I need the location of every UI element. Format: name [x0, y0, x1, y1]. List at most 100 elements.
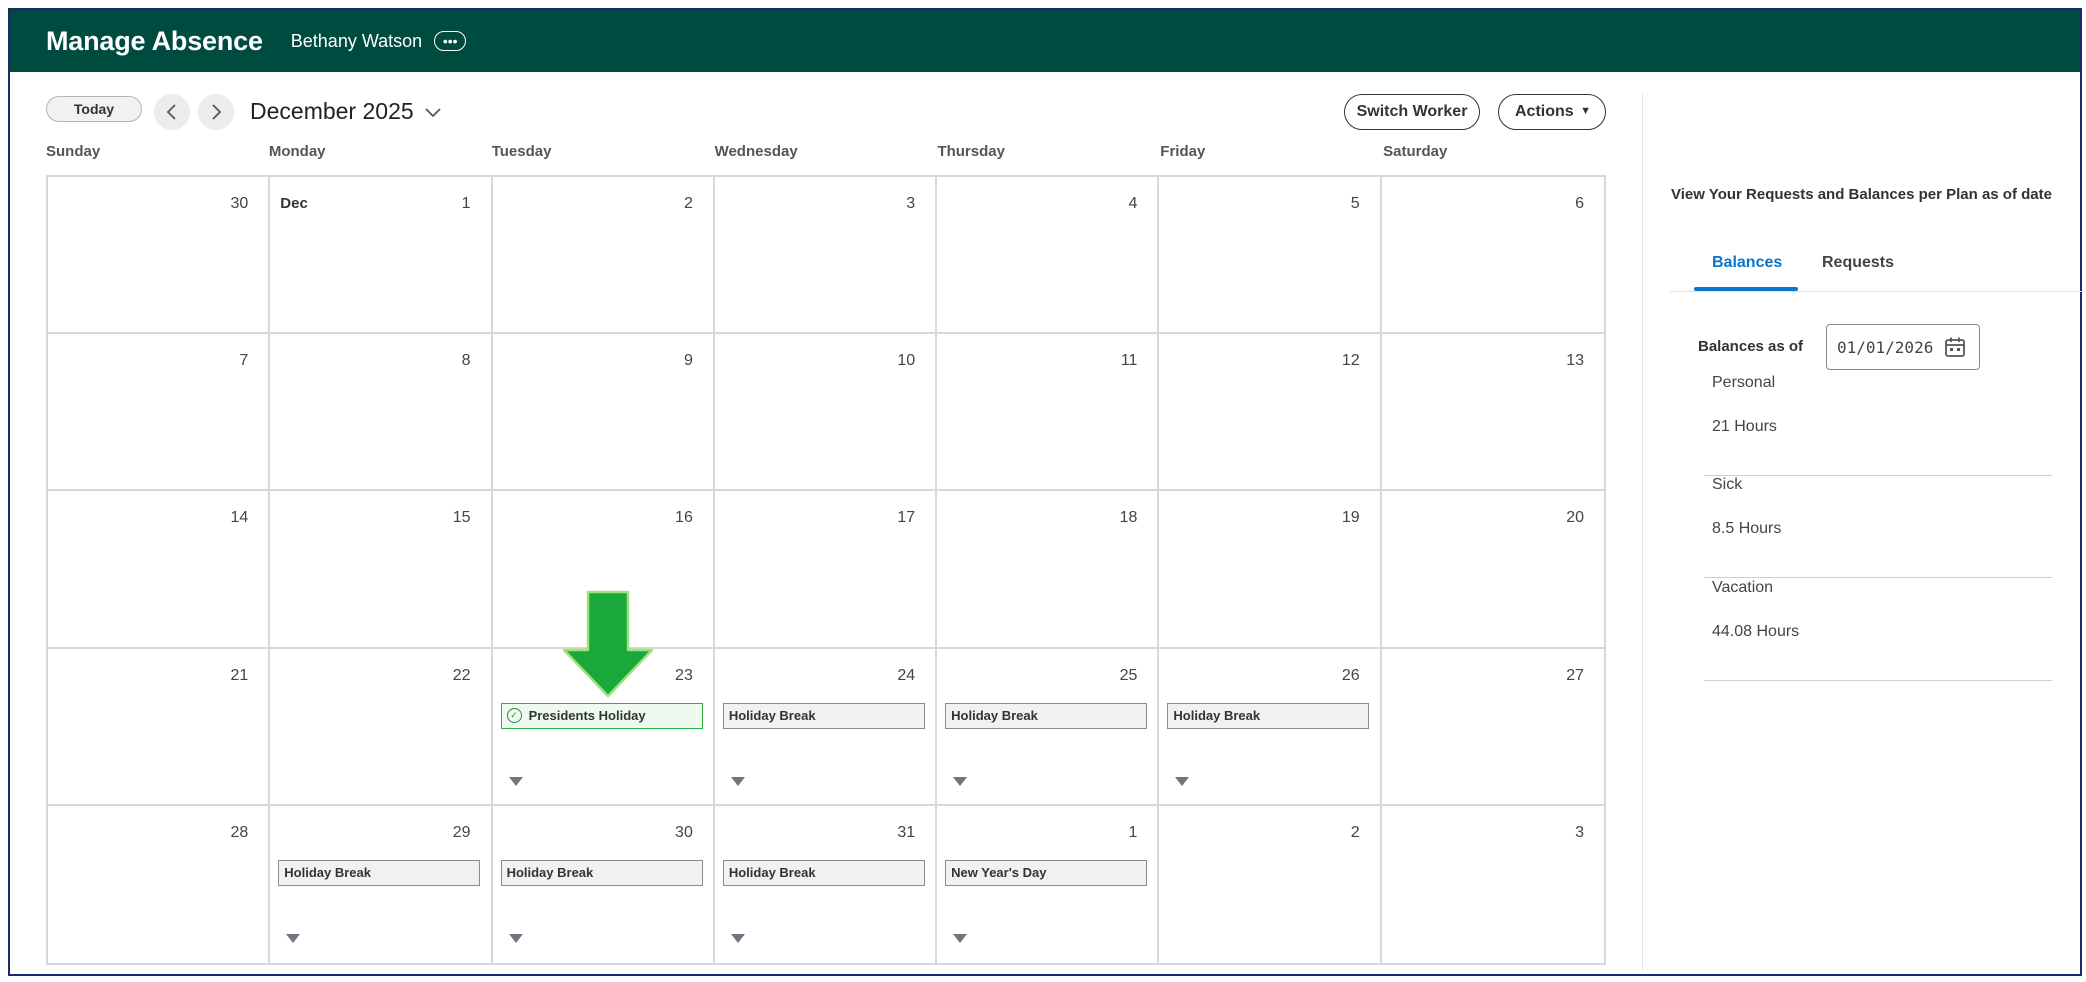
calendar-day-cell[interactable]: 21	[48, 648, 271, 806]
day-number: 20	[1566, 509, 1584, 527]
day-number: 21	[230, 666, 249, 684]
next-month-button[interactable]	[198, 94, 234, 130]
event-chip[interactable]: Holiday Break	[278, 859, 481, 886]
calendar-day-cell[interactable]: 2	[1159, 805, 1382, 963]
calendar-day-cell[interactable]: 19	[1159, 491, 1382, 649]
tab-requests[interactable]: Requests	[1822, 254, 1894, 272]
day-number: 15	[452, 509, 471, 527]
calendar-day-cell[interactable]: 24 Holiday Break	[714, 648, 938, 806]
expand-caret-icon[interactable]	[1175, 776, 1190, 786]
expand-caret-icon[interactable]	[953, 933, 968, 943]
expand-caret-icon[interactable]	[953, 776, 968, 786]
weekday-label: Thursday	[937, 143, 1005, 160]
day-number: 6	[1575, 195, 1584, 212]
day-number: 25	[1119, 666, 1138, 684]
calendar-day-cell[interactable]: 31 Holiday Break	[715, 805, 938, 963]
day-number: 26	[1341, 666, 1360, 684]
plan-name: Sick	[1712, 476, 1743, 493]
panel-divider	[1642, 94, 1643, 970]
side-panel-heading: View Your Requests and Balances per Plan…	[1671, 186, 2052, 203]
calendar-day-cell[interactable]: 10	[714, 334, 938, 492]
calendar-day-cell[interactable]: 30	[48, 177, 271, 335]
event-chip[interactable]: Holiday Break	[945, 702, 1148, 729]
calendar-day-cell[interactable]: 30 Holiday Break	[493, 805, 715, 963]
month-selector[interactable]: December 2025	[250, 98, 442, 125]
calendar-day-cell[interactable]: 1 Dec	[270, 177, 493, 335]
calendar-day-cell[interactable]: 20	[1381, 491, 1604, 649]
calendar-day-cell[interactable]: 15	[270, 491, 493, 649]
plan-name: Vacation	[1712, 579, 1774, 596]
page-header: Manage Absence Bethany Watson •••	[10, 10, 2080, 72]
actions-label: Actions	[1515, 103, 1574, 120]
calendar-day-cell[interactable]: 4	[937, 177, 1160, 335]
calendar-day-cell[interactable]: 28	[48, 805, 271, 963]
plan-hours: 21 Hours	[1712, 418, 1777, 435]
day-number: 11	[1120, 352, 1138, 370]
calendar-day-cell[interactable]: 12	[1159, 334, 1382, 492]
calendar-day-cell[interactable]: 7	[48, 334, 271, 492]
active-tab-indicator	[1694, 287, 1798, 291]
plan-hours: 8.5 Hours	[1712, 520, 1782, 537]
calendar-day-cell[interactable]: 6	[1381, 177, 1604, 335]
today-button[interactable]: Today	[46, 96, 142, 122]
calendar-day-cell[interactable]: 18	[937, 491, 1160, 649]
event-chip[interactable]: New Year's Day	[945, 859, 1148, 886]
day-number: 1	[1128, 823, 1138, 841]
actions-button[interactable]: Actions ▼	[1498, 94, 1606, 130]
calendar-day-cell[interactable]: 9	[492, 334, 715, 492]
calendar-day-cell[interactable]: 26 Holiday Break	[1159, 648, 1382, 806]
weekday-header-row: Sunday Monday Tuesday Wednesday Thursday Frid…	[46, 143, 1606, 163]
event-label: Presidents Holiday	[528, 708, 646, 724]
event-label: Holiday Break	[728, 865, 816, 881]
calendar-day-cell[interactable]: 17	[714, 491, 938, 649]
event-chip[interactable]: Holiday Break	[500, 859, 703, 886]
calendar-day-cell[interactable]: 1 New Year's Day	[937, 805, 1160, 963]
weekday-label: Tuesday	[491, 143, 552, 160]
weekday-label: Saturday	[1383, 143, 1448, 160]
chevron-left-icon	[166, 104, 176, 120]
calendar-day-cell[interactable]: 3	[1382, 806, 1604, 963]
plan-name: Personal	[1712, 374, 1776, 391]
calendar-icon[interactable]	[1944, 336, 1966, 358]
calendar-day-cell[interactable]: 11	[937, 334, 1160, 492]
calendar-day-cell[interactable]: 14	[48, 491, 271, 649]
calendar-day-cell[interactable]: 22	[270, 648, 493, 806]
more-options-button[interactable]: •••	[434, 31, 467, 51]
expand-caret-icon[interactable]	[508, 933, 523, 943]
day-number: 17	[897, 509, 916, 527]
month-tag: Dec	[280, 195, 308, 212]
side-panel-tabs: Balances Requests	[1670, 242, 2084, 292]
calendar-day-cell[interactable]: 29 Holiday Break	[270, 805, 493, 963]
day-number: 9	[683, 352, 693, 370]
expand-caret-icon[interactable]	[730, 776, 745, 786]
calendar-day-cell[interactable]: 13	[1381, 334, 1604, 492]
day-number: 19	[1341, 509, 1360, 527]
ellipsis-icon: •••	[442, 33, 458, 49]
calendar-day-cell[interactable]: 8	[270, 334, 493, 492]
day-number: 22	[452, 666, 471, 684]
expand-caret-icon[interactable]	[286, 933, 301, 943]
worker-name: Bethany Watson	[290, 30, 423, 51]
calendar-day-cell[interactable]: 25 Holiday Break	[937, 648, 1160, 806]
calendar-day-cell[interactable]: 5	[1159, 177, 1382, 335]
day-number: 12	[1341, 352, 1360, 370]
weekday-label: Friday	[1160, 143, 1206, 160]
previous-month-button[interactable]	[154, 94, 190, 130]
tab-balances[interactable]: Balances	[1712, 254, 1782, 272]
event-label: Holiday Break	[951, 708, 1038, 724]
event-chip[interactable]: Holiday Break	[722, 859, 925, 886]
calendar-day-cell[interactable]: 2	[492, 177, 715, 335]
day-number: 2	[1350, 823, 1360, 841]
calendar-day-cell[interactable]: 27	[1381, 649, 1604, 806]
event-label: Holiday Break	[1173, 708, 1261, 724]
expand-caret-icon[interactable]	[508, 776, 523, 786]
event-chip[interactable]: Holiday Break	[1167, 702, 1370, 729]
event-chip[interactable]: Holiday Break	[722, 702, 925, 729]
expand-caret-icon[interactable]	[730, 933, 745, 943]
switch-worker-button[interactable]: Switch Worker	[1344, 94, 1480, 130]
day-number: 4	[1128, 195, 1138, 212]
event-chip[interactable]: ✓ Presidents Holiday	[500, 702, 703, 729]
calendar-day-cell[interactable]: 3	[714, 177, 938, 335]
day-number: 18	[1119, 509, 1138, 527]
caret-down-icon: ▼	[1580, 105, 1591, 117]
